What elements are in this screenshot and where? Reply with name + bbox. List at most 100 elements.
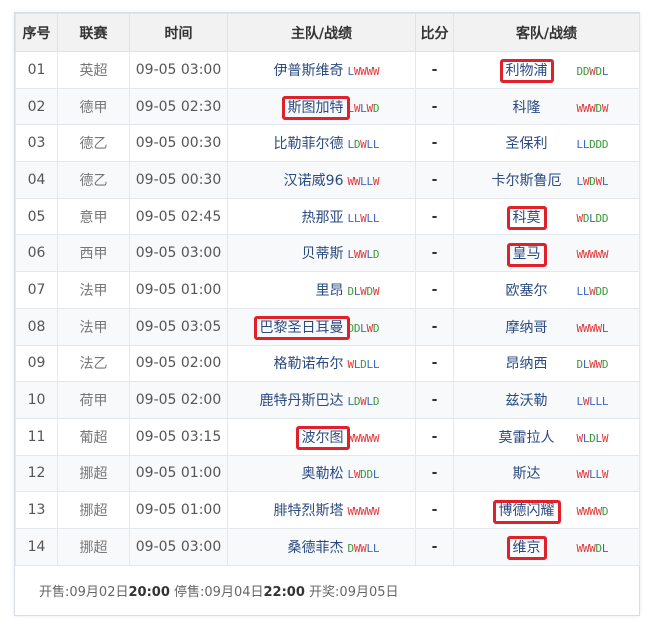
home-team-record: WWWWW bbox=[347, 431, 380, 445]
sale-open-label: 开售: bbox=[39, 585, 70, 600]
away-team-name[interactable]: 皇马 bbox=[479, 243, 575, 263]
table-row[interactable]: 09 法乙 09-05 02:00 格勒诺布尔 WLDLL - 昂纳西 DLWWD bbox=[15, 344, 640, 383]
row-score: - bbox=[415, 417, 454, 456]
home-team-cell[interactable]: 腓特烈斯塔 WWWWW bbox=[227, 491, 416, 529]
away-team-name[interactable]: 兹沃勒 bbox=[479, 390, 575, 410]
home-team-name[interactable]: 格勒诺布尔 bbox=[256, 353, 344, 373]
header-home: 主队/战绩 bbox=[227, 13, 416, 52]
home-team-name[interactable]: 热那亚 bbox=[256, 207, 344, 227]
table-row[interactable]: 10 荷甲 09-05 02:00 鹿特丹斯巴达 LDWLD - 兹沃勒 LWLLL bbox=[15, 381, 640, 419]
home-team-cell[interactable]: 斯图加特 LWLWD bbox=[227, 87, 416, 126]
away-team-cell[interactable]: 科隆 WWWDW bbox=[453, 87, 640, 126]
row-index: 03 bbox=[15, 124, 58, 163]
row-league: 葡超 bbox=[57, 417, 130, 456]
away-team-name[interactable]: 科隆 bbox=[479, 97, 575, 117]
away-team-cell[interactable]: 昂纳西 DLWWD bbox=[453, 344, 640, 383]
home-team-name[interactable]: 斯图加特 bbox=[256, 97, 344, 117]
home-team-cell[interactable]: 波尔图 WWWWW bbox=[227, 417, 416, 456]
match-table: 序号 联赛 时间 主队/战绩 比分 客队/战绩 01 英超 09-05 03:00 伊… bbox=[15, 13, 640, 566]
away-team-name[interactable]: 利物浦 bbox=[479, 60, 575, 80]
home-team-name[interactable]: 里昂 bbox=[256, 280, 344, 300]
home-team-cell[interactable]: 贝蒂斯 LWWLD bbox=[227, 234, 416, 273]
home-team-record: DLWDW bbox=[347, 284, 380, 298]
away-team-record: LLDDD bbox=[576, 138, 609, 152]
row-league: 法甲 bbox=[57, 271, 130, 309]
home-team-cell[interactable]: 格勒诺布尔 WLDLL bbox=[227, 344, 416, 383]
table-row[interactable]: 04 德乙 09-05 00:30 汉诺威96 WWLLW - 卡尔斯鲁厄 LWDWL bbox=[15, 161, 640, 199]
row-time: 09-05 03:05 bbox=[129, 307, 228, 346]
row-time: 09-05 01:00 bbox=[129, 271, 228, 309]
row-score: - bbox=[415, 124, 454, 163]
away-team-name[interactable]: 莫雷拉人 bbox=[479, 427, 575, 447]
away-team-cell[interactable]: 圣保利 LLDDD bbox=[453, 124, 640, 163]
home-team-cell[interactable]: 热那亚 LLWLL bbox=[227, 197, 416, 236]
home-team-name[interactable]: 腓特烈斯塔 bbox=[256, 500, 344, 520]
table-row[interactable]: 01 英超 09-05 03:00 伊普斯维奇 LWWWW - 利物浦 DDWDL bbox=[15, 51, 640, 89]
away-team-record: WWLLW bbox=[576, 468, 609, 482]
home-team-cell[interactable]: 鹿特丹斯巴达 LDWLD bbox=[227, 381, 416, 419]
home-team-name[interactable]: 波尔图 bbox=[256, 427, 344, 447]
home-team-name[interactable]: 汉诺威96 bbox=[256, 170, 344, 190]
table-row[interactable]: 13 挪超 09-05 01:00 腓特烈斯塔 WWWWW - 博德闪耀 WWWWD bbox=[15, 491, 640, 529]
away-team-cell[interactable]: 欧塞尔 LLWDD bbox=[453, 271, 640, 309]
table-row[interactable]: 11 葡超 09-05 03:15 波尔图 WWWWW - 莫雷拉人 WLDLW bbox=[15, 417, 640, 456]
row-index: 11 bbox=[15, 417, 58, 456]
row-index: 02 bbox=[15, 87, 58, 126]
away-team-name[interactable]: 昂纳西 bbox=[479, 353, 575, 373]
row-score: - bbox=[415, 491, 454, 529]
home-team-name[interactable]: 奥勒松 bbox=[256, 463, 344, 483]
home-team-cell[interactable]: 桑德菲杰 DWWLL bbox=[227, 527, 416, 566]
away-team-name[interactable]: 圣保利 bbox=[479, 133, 575, 153]
home-team-record: LWWWW bbox=[347, 64, 380, 78]
row-score: - bbox=[415, 51, 454, 89]
row-time: 09-05 03:00 bbox=[129, 527, 228, 566]
row-time: 09-05 02:00 bbox=[129, 344, 228, 383]
table-row[interactable]: 07 法甲 09-05 01:00 里昂 DLWDW - 欧塞尔 LLWDD bbox=[15, 271, 640, 309]
away-team-name[interactable]: 科莫 bbox=[479, 207, 575, 227]
table-row[interactable]: 05 意甲 09-05 02:45 热那亚 LLWLL - 科莫 WDLDD bbox=[15, 197, 640, 236]
table-row[interactable]: 06 西甲 09-05 03:00 贝蒂斯 LWWLD - 皇马 WWWWW bbox=[15, 234, 640, 273]
away-team-name[interactable]: 摩纳哥 bbox=[479, 317, 575, 337]
home-team-cell[interactable]: 奥勒松 LWDDL bbox=[227, 454, 416, 493]
away-team-cell[interactable]: 皇马 WWWWW bbox=[453, 234, 640, 273]
away-team-cell[interactable]: 兹沃勒 LWLLL bbox=[453, 381, 640, 419]
row-time: 09-05 01:00 bbox=[129, 454, 228, 493]
table-row[interactable]: 08 法甲 09-05 03:05 巴黎圣日耳曼 DDLWD - 摩纳哥 WWWWL bbox=[15, 307, 640, 346]
away-team-cell[interactable]: 斯达 WWLLW bbox=[453, 454, 640, 493]
sale-open-time: 20:00 bbox=[128, 585, 170, 600]
row-score: - bbox=[415, 527, 454, 566]
away-team-name[interactable]: 斯达 bbox=[479, 463, 575, 483]
home-team-cell[interactable]: 伊普斯维奇 LWWWW bbox=[227, 51, 416, 89]
away-team-cell[interactable]: 科莫 WDLDD bbox=[453, 197, 640, 236]
away-team-cell[interactable]: 维京 WWWDL bbox=[453, 527, 640, 566]
row-score: - bbox=[415, 381, 454, 419]
home-team-cell[interactable]: 里昂 DLWDW bbox=[227, 271, 416, 309]
home-team-record: DDLWD bbox=[347, 321, 380, 335]
home-team-name[interactable]: 桑德菲杰 bbox=[256, 537, 344, 557]
home-team-name[interactable]: 伊普斯维奇 bbox=[256, 60, 344, 80]
home-team-name[interactable]: 比勒菲尔德 bbox=[256, 133, 344, 153]
away-team-cell[interactable]: 莫雷拉人 WLDLW bbox=[453, 417, 640, 456]
home-team-name[interactable]: 巴黎圣日耳曼 bbox=[256, 317, 344, 337]
home-team-cell[interactable]: 汉诺威96 WWLLW bbox=[227, 161, 416, 199]
home-team-cell[interactable]: 巴黎圣日耳曼 DDLWD bbox=[227, 307, 416, 346]
table-row[interactable]: 02 德甲 09-05 02:30 斯图加特 LWLWD - 科隆 WWWDW bbox=[15, 87, 640, 126]
table-row[interactable]: 12 挪超 09-05 01:00 奥勒松 LWDDL - 斯达 WWLLW bbox=[15, 454, 640, 493]
away-team-name[interactable]: 卡尔斯鲁厄 bbox=[479, 170, 575, 190]
away-team-name[interactable]: 维京 bbox=[479, 537, 575, 557]
away-team-name[interactable]: 欧塞尔 bbox=[479, 280, 575, 300]
away-team-record: WWWWL bbox=[576, 321, 609, 335]
table-row[interactable]: 03 德乙 09-05 00:30 比勒菲尔德 LDWLL - 圣保利 LLDDD bbox=[15, 124, 640, 163]
home-team-name[interactable]: 鹿特丹斯巴达 bbox=[256, 390, 344, 410]
home-team-cell[interactable]: 比勒菲尔德 LDWLL bbox=[227, 124, 416, 163]
away-team-record: LWDWL bbox=[576, 174, 609, 188]
home-team-record: WLDLL bbox=[347, 358, 380, 372]
row-time: 09-05 02:45 bbox=[129, 197, 228, 236]
away-team-cell[interactable]: 卡尔斯鲁厄 LWDWL bbox=[453, 161, 640, 199]
home-team-name[interactable]: 贝蒂斯 bbox=[256, 243, 344, 263]
table-row[interactable]: 14 挪超 09-05 03:00 桑德菲杰 DWWLL - 维京 WWWDL bbox=[15, 527, 640, 566]
away-team-cell[interactable]: 博德闪耀 WWWWD bbox=[453, 491, 640, 529]
away-team-cell[interactable]: 摩纳哥 WWWWL bbox=[453, 307, 640, 346]
away-team-name[interactable]: 博德闪耀 bbox=[479, 500, 575, 520]
away-team-cell[interactable]: 利物浦 DDWDL bbox=[453, 51, 640, 89]
